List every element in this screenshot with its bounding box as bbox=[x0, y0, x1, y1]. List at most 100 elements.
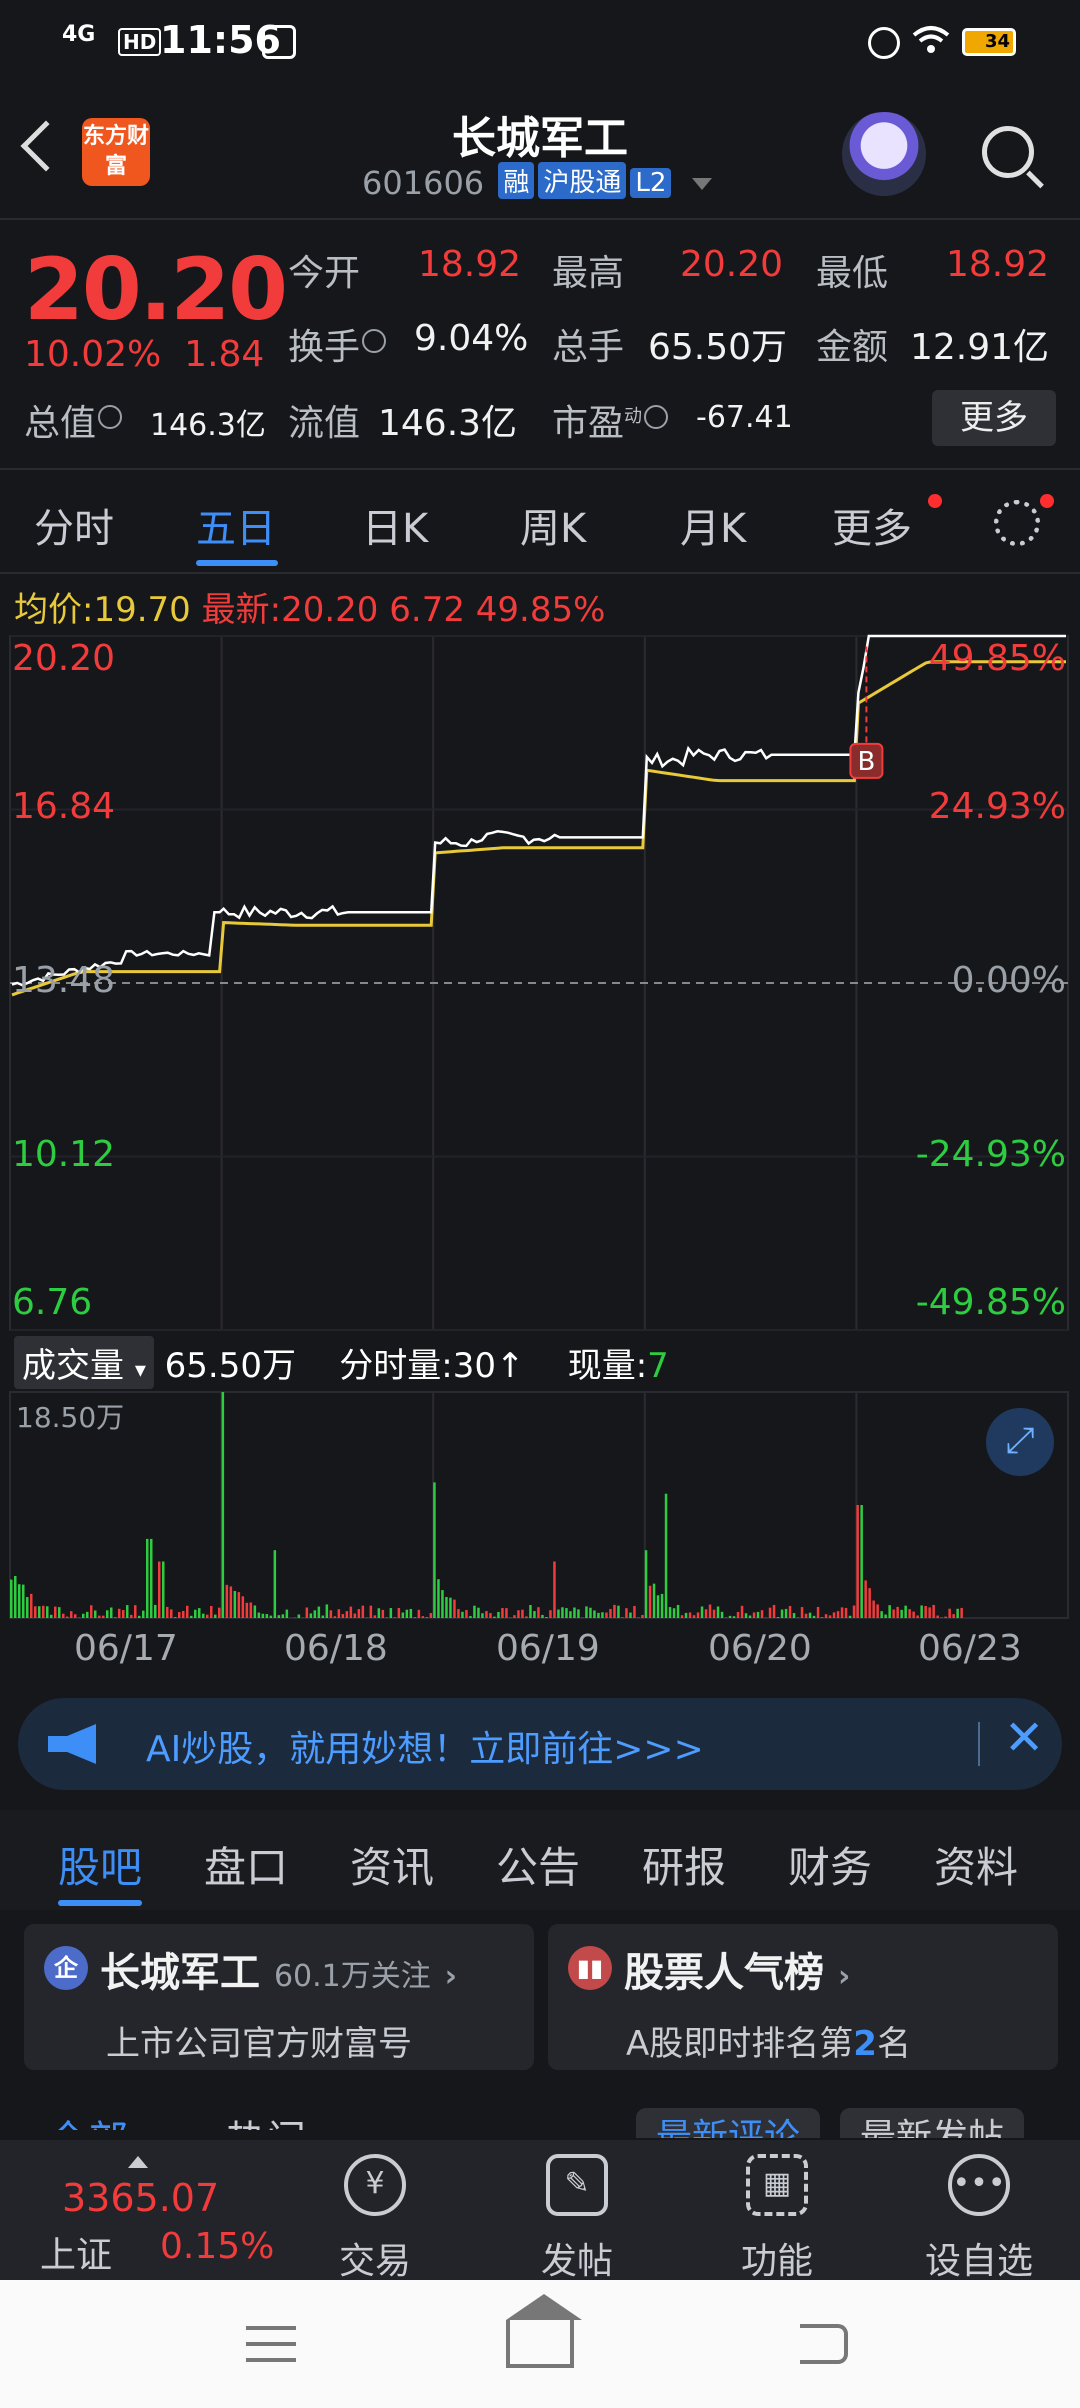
tab-weekly-k[interactable]: 周K bbox=[520, 496, 586, 554]
volume-bar bbox=[317, 1606, 321, 1618]
volume-chart[interactable] bbox=[0, 1390, 1080, 1630]
add-watchlist-label[interactable]: 设自选 bbox=[909, 2232, 1049, 2284]
chart-lines: B bbox=[11, 634, 1066, 997]
volume-bar bbox=[912, 1611, 915, 1618]
tab-profile[interactable]: 资料 bbox=[934, 1834, 1018, 1895]
company-account-card[interactable]: 企 长城军工 60.1万关注 › 上市公司官方财富号 bbox=[24, 1924, 534, 2070]
pe-label[interactable]: 市盈动 bbox=[552, 394, 669, 446]
volume-bar bbox=[868, 1588, 871, 1618]
back-nav-icon[interactable] bbox=[800, 2324, 848, 2364]
popularity-card[interactable]: ▮▮ 股票人气榜 › A股即时排名第2名 bbox=[548, 1924, 1058, 2070]
index-value[interactable]: 3365.07 bbox=[62, 2176, 219, 2220]
turnover-label[interactable]: 换手 bbox=[288, 318, 387, 370]
tab-research[interactable]: 研报 bbox=[642, 1834, 726, 1895]
alarm-icon bbox=[868, 27, 900, 59]
volume-bar bbox=[660, 1593, 664, 1618]
avg-price-line: 均价:19.70 最新:20.20 6.72 49.85% bbox=[14, 582, 605, 631]
close-icon[interactable]: ✕ bbox=[1004, 1710, 1044, 1766]
volume-bar bbox=[393, 1617, 397, 1618]
sort-latest-reply[interactable]: 最新评论 bbox=[636, 2108, 821, 2138]
tab-more[interactable]: 更多 bbox=[832, 496, 912, 554]
volume-bar bbox=[110, 1607, 113, 1618]
y-tick-right: 0.00% bbox=[951, 960, 1066, 1001]
volume-bar bbox=[537, 1607, 540, 1618]
volume-bar bbox=[517, 1610, 520, 1618]
volume-bar bbox=[285, 1609, 289, 1618]
volume-bar bbox=[844, 1607, 848, 1618]
mktcap-label[interactable]: 总值 bbox=[24, 394, 123, 446]
volume-indicator-select[interactable]: 成交量 ▾ bbox=[14, 1336, 154, 1389]
open-label: 今开 bbox=[288, 253, 361, 294]
notification-dot bbox=[928, 494, 942, 508]
change-pct: 10.02% bbox=[24, 334, 162, 375]
tab-five-day[interactable]: 五日 bbox=[196, 496, 276, 554]
more-button[interactable]: 更多 bbox=[932, 390, 1056, 446]
volume-bar bbox=[944, 1616, 947, 1618]
volume-bar bbox=[369, 1605, 373, 1618]
search-icon[interactable] bbox=[982, 126, 1034, 178]
volume-bar bbox=[186, 1605, 189, 1618]
volume-bar bbox=[880, 1611, 883, 1618]
trade-label[interactable]: 交易 bbox=[305, 2232, 445, 2284]
tab-monthly-k[interactable]: 月K bbox=[680, 496, 746, 554]
tab-daily-k[interactable]: 日K bbox=[362, 496, 428, 554]
functions-label[interactable]: 功能 bbox=[707, 2232, 847, 2284]
functions-icon[interactable]: ▦ bbox=[746, 2154, 808, 2216]
expand-up-icon[interactable] bbox=[128, 2156, 148, 2168]
volume-bar bbox=[792, 1613, 796, 1618]
more-dots-icon[interactable]: ••• bbox=[948, 2154, 1010, 2216]
volume-bar bbox=[832, 1612, 836, 1618]
chart-grid bbox=[9, 635, 1069, 1331]
tab-announcements[interactable]: 公告 bbox=[496, 1834, 580, 1895]
volume-bar bbox=[245, 1602, 249, 1618]
volume-bar bbox=[900, 1609, 903, 1618]
filter-all[interactable]: 全部 bbox=[48, 2108, 128, 2130]
stock-code-line[interactable]: 601606 融沪股通 L2 bbox=[362, 162, 712, 202]
settings-icon[interactable] bbox=[994, 500, 1040, 546]
volume-bar bbox=[740, 1605, 744, 1618]
expand-icon[interactable]: ⤢ bbox=[986, 1408, 1054, 1476]
post-label[interactable]: 发帖 bbox=[507, 2232, 647, 2284]
volume-total: 65.50万 bbox=[164, 1346, 297, 1386]
avg-label: 均价: bbox=[14, 590, 94, 630]
volume-bar bbox=[956, 1608, 959, 1618]
tab-financials[interactable]: 财务 bbox=[788, 1834, 872, 1895]
menu-icon[interactable] bbox=[246, 2326, 296, 2362]
volume-bar bbox=[836, 1611, 840, 1618]
volume-bar bbox=[916, 1615, 919, 1618]
high-label: 最高 bbox=[552, 253, 625, 294]
post-icon[interactable]: ✎ bbox=[546, 2154, 608, 2216]
ai-banner[interactable]: AI炒股，就用妙想！立即前往>>> ✕ bbox=[18, 1698, 1062, 1790]
volume-bar bbox=[401, 1612, 405, 1618]
high-value: 20.20 bbox=[680, 244, 784, 285]
tab-news[interactable]: 资讯 bbox=[350, 1834, 434, 1895]
per-minute-volume: 分时量:30 bbox=[339, 1346, 496, 1386]
mktcap-value: 146.3亿 bbox=[150, 408, 266, 443]
home-icon[interactable] bbox=[506, 2294, 582, 2368]
volume-bar bbox=[756, 1611, 760, 1618]
volume-bar bbox=[621, 1617, 624, 1618]
volume-bar bbox=[932, 1604, 935, 1618]
filter-hot[interactable]: 热门 bbox=[226, 2108, 306, 2130]
volume-bar bbox=[940, 1617, 943, 1618]
volume-bar bbox=[776, 1617, 780, 1618]
volume-bar bbox=[26, 1597, 29, 1618]
tab-intraday[interactable]: 分时 bbox=[34, 496, 114, 554]
volume-bar bbox=[449, 1597, 452, 1618]
volume-bar bbox=[704, 1609, 708, 1618]
x-tick: 06/17 bbox=[74, 1628, 178, 1669]
volume-bar bbox=[170, 1609, 173, 1618]
sort-latest-post[interactable]: 最新发帖 bbox=[840, 2108, 1025, 2138]
tab-forum[interactable]: 股吧 bbox=[58, 1834, 142, 1895]
volume-bar bbox=[884, 1614, 887, 1618]
volume-bar bbox=[154, 1604, 157, 1618]
volume-bar bbox=[138, 1615, 141, 1618]
assistant-avatar[interactable] bbox=[842, 112, 926, 196]
volume-bar bbox=[257, 1612, 261, 1618]
trade-icon[interactable]: ¥ bbox=[344, 2154, 406, 2216]
tab-orderbook[interactable]: 盘口 bbox=[204, 1834, 288, 1895]
divider bbox=[0, 468, 1080, 470]
volume-bar bbox=[840, 1607, 844, 1618]
volume-bar bbox=[50, 1614, 53, 1618]
volume-bar bbox=[680, 1615, 684, 1618]
